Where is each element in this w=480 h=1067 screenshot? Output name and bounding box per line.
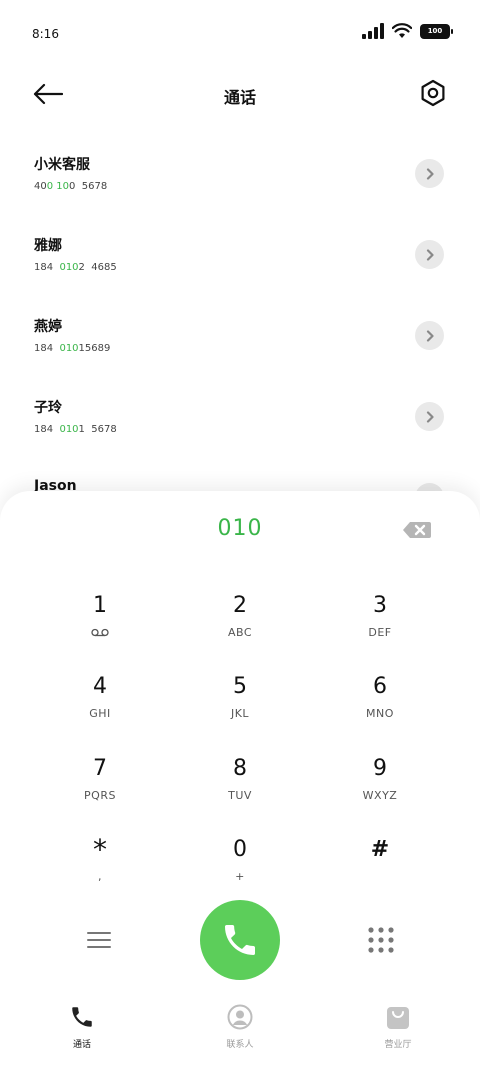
key-digit: 7 (93, 756, 107, 781)
key-digit: 5 (233, 674, 247, 699)
list-item[interactable]: 燕婷 184 01015689 (0, 296, 480, 377)
key-letters: TUV (228, 789, 252, 802)
key-9[interactable]: 9 WXYZ (310, 750, 450, 820)
key-digit: 1 (93, 593, 107, 618)
status-bar: 8:16 100 (0, 0, 480, 64)
menu-button[interactable] (86, 928, 112, 952)
key-digit: 2 (233, 593, 247, 618)
key-digit: 9 (373, 756, 387, 781)
key-letters: MNO (366, 707, 394, 720)
tab-label: 联系人 (226, 1040, 254, 1050)
key-digit: # (370, 837, 390, 862)
key-letters: WXYZ (362, 789, 398, 802)
phone-icon (66, 1002, 98, 1032)
tab-label: 通话 (72, 1040, 91, 1050)
contact-number: 400 100 5678 (34, 181, 108, 192)
dialpad-grid-icon (368, 927, 394, 953)
key-4[interactable]: 4 GHI (30, 668, 170, 738)
key-digit: 6 (373, 674, 387, 699)
settings-hexagon-icon (421, 79, 445, 107)
contact-name: 小米客服 (34, 157, 90, 173)
key-letters: GHI (89, 707, 111, 720)
contact-name: 子玲 (34, 400, 62, 416)
key-star[interactable]: * , (30, 831, 170, 901)
list-item[interactable]: 子玲 184 0101 5678 (0, 377, 480, 458)
dialpad-panel: 010 1 2 ABC 3 DEF 4 GHI 5 JKL 6 MNO 7 PQ… (0, 491, 480, 1067)
key-6[interactable]: 6 MNO (310, 668, 450, 738)
wifi-icon (392, 23, 412, 38)
list-item[interactable]: 小米客服 400 100 5678 (0, 134, 480, 215)
key-letters: + (235, 870, 245, 883)
key-3[interactable]: 3 DEF (310, 587, 450, 657)
contact-detail-button[interactable] (415, 159, 444, 188)
list-item[interactable]: 雅娜 184 0102 4685 (0, 215, 480, 296)
tab-label: 营业厅 (384, 1040, 412, 1050)
key-1[interactable]: 1 (30, 587, 170, 657)
backspace-button[interactable] (402, 521, 432, 539)
key-letters: , (98, 870, 102, 883)
bottom-tab-bar: 通话 联系人 营业厅 (0, 1000, 480, 1067)
key-letters: DEF (368, 626, 392, 639)
voicemail-icon (91, 628, 109, 637)
page-title: 通话 (223, 88, 256, 107)
call-button[interactable] (200, 900, 280, 980)
key-digit: * (93, 833, 107, 866)
key-2[interactable]: 2 ABC (170, 587, 310, 657)
key-8[interactable]: 8 TUV (170, 750, 310, 820)
store-bag-icon (382, 1002, 414, 1032)
contact-list: 小米客服 400 100 5678 雅娜 184 0102 4685 燕婷 18… (0, 134, 480, 539)
menu-icon (87, 932, 111, 948)
status-time: 8:16 (32, 27, 59, 41)
chevron-right-icon (426, 410, 434, 423)
contact-number: 184 01015689 (34, 343, 111, 354)
header: 通话 (0, 64, 480, 124)
key-digit: 8 (233, 756, 247, 781)
key-letters: PQRS (84, 789, 116, 802)
key-0[interactable]: 0 + (170, 831, 310, 901)
battery-level: 100 (427, 27, 443, 35)
battery-icon: 100 (420, 23, 453, 39)
key-letters: ABC (227, 626, 253, 639)
key-letters: JKL (230, 707, 250, 720)
contact-name: 燕婷 (34, 319, 62, 335)
settings-button[interactable] (418, 78, 448, 108)
key-digit: 3 (373, 593, 387, 618)
key-digit: 4 (93, 674, 107, 699)
backspace-icon (403, 522, 431, 538)
tab-contacts[interactable]: 联系人 (160, 1000, 320, 1067)
tab-calls[interactable]: 通话 (2, 1000, 162, 1067)
key-7[interactable]: 7 PQRS (30, 750, 170, 820)
phone-icon (225, 925, 255, 955)
status-icons: 100 (362, 23, 453, 39)
key-5[interactable]: 5 JKL (170, 668, 310, 738)
key-digit: 0 (233, 837, 247, 862)
contact-number: 184 0101 5678 (34, 424, 117, 435)
chevron-right-icon (426, 248, 434, 261)
contacts-icon (224, 1002, 256, 1032)
dial-actions (0, 900, 480, 980)
contact-detail-button[interactable] (415, 240, 444, 269)
keypad-toggle-button[interactable] (368, 927, 394, 953)
tab-store[interactable]: 营业厅 (318, 1000, 478, 1067)
contact-detail-button[interactable] (415, 321, 444, 350)
contact-name: 雅娜 (34, 238, 62, 254)
contact-detail-button[interactable] (415, 402, 444, 431)
chevron-right-icon (426, 167, 434, 180)
chevron-right-icon (426, 329, 434, 342)
signal-icon (362, 23, 384, 39)
contact-number: 184 0102 4685 (34, 262, 117, 273)
key-hash[interactable]: # (310, 831, 450, 901)
